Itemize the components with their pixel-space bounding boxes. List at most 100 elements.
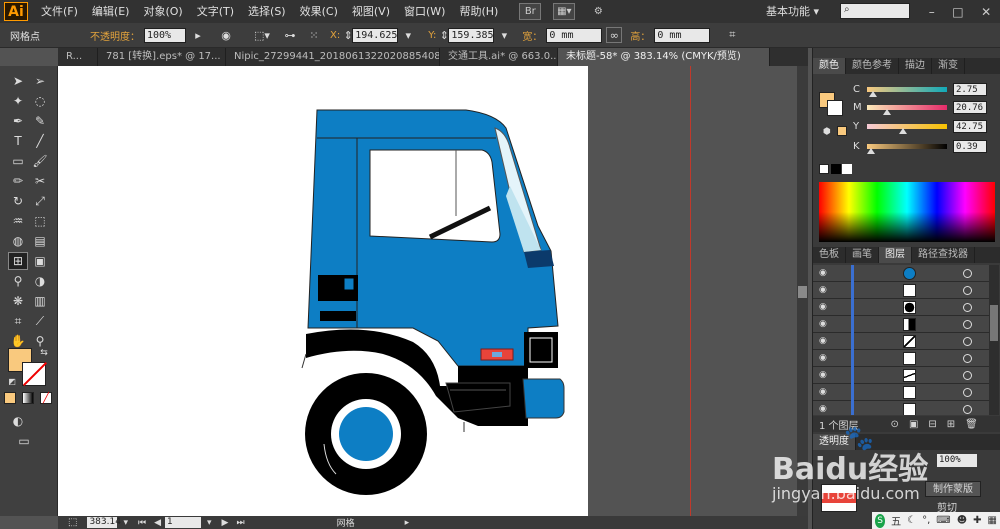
tab-color-guide[interactable]: 颜色参考	[846, 58, 899, 74]
bridge-icon[interactable]: Br	[519, 3, 542, 20]
rotate-tool-icon[interactable]: ↻	[8, 192, 28, 210]
x-stepper-icon[interactable]: ⇕	[344, 27, 353, 43]
channel-m-track[interactable]	[867, 104, 947, 115]
channel-c-value[interactable]: 2.75	[953, 82, 987, 96]
curvature-tool-icon[interactable]: ✎	[30, 112, 50, 130]
keyboard-icon[interactable]: ⌨	[936, 515, 950, 526]
swap-fill-stroke-icon[interactable]: ⇆	[34, 344, 54, 362]
list-item[interactable]: ◉	[813, 316, 989, 333]
moon-icon[interactable]: ☾	[907, 515, 916, 526]
symbol-sprayer-tool-icon[interactable]: ❋	[8, 292, 28, 310]
channel-y-track[interactable]	[867, 123, 947, 134]
tab-doc-4[interactable]: 交通工具.ai* @ 663.0...	[440, 48, 558, 66]
opacity-input[interactable]: 100%	[144, 27, 186, 43]
menu-object[interactable]: 对象(O)	[136, 0, 189, 23]
list-item[interactable]: ◉	[813, 384, 989, 401]
pen-tool-icon[interactable]: ✒	[8, 112, 28, 130]
menu-view[interactable]: 视图(V)	[345, 0, 397, 23]
pencil-tool-icon[interactable]: ✏	[8, 172, 28, 190]
delete-layer-icon[interactable]: 🗑	[965, 419, 978, 430]
slider-c[interactable]: C 2.75	[853, 82, 993, 97]
channel-c-track[interactable]	[867, 86, 947, 97]
transform-icon[interactable]: ⌗	[724, 27, 740, 43]
layers-scrollbar[interactable]	[989, 265, 999, 415]
eye-icon[interactable]: ◉	[819, 285, 831, 295]
x-input[interactable]: 194.625	[352, 27, 399, 43]
new-layer-icon[interactable]: ⊞	[947, 419, 955, 430]
y-input[interactable]: 159.385	[448, 27, 495, 43]
blend-tool-icon[interactable]: ◑	[30, 272, 50, 290]
free-transform-tool-icon[interactable]: ⬚	[30, 212, 50, 230]
list-item[interactable]: ◉	[813, 282, 989, 299]
eye-icon[interactable]: ◉	[819, 353, 831, 363]
reference-point-icon[interactable]: ⁙	[306, 27, 322, 43]
opacity-label[interactable]: 不透明度：	[90, 28, 140, 43]
menu-window[interactable]: 窗口(W)	[397, 0, 452, 23]
slider-k[interactable]: K 0.39	[853, 139, 993, 154]
paintbrush-tool-icon[interactable]: 🖌	[30, 152, 50, 170]
gradient-tool-icon[interactable]: ▣	[30, 252, 50, 270]
color-spectrum[interactable]	[819, 182, 995, 242]
menu-file[interactable]: 文件(F)	[34, 0, 85, 23]
list-item[interactable]: ◉	[813, 367, 989, 384]
locate-object-icon[interactable]: ⊙	[891, 419, 899, 430]
artboard-tool-icon[interactable]: ⌗	[8, 312, 28, 330]
sync-icon[interactable]: ⚙	[587, 3, 609, 20]
channel-k-track[interactable]	[867, 143, 947, 154]
target-icon[interactable]	[963, 320, 972, 329]
scissors-tool-icon[interactable]: ✂	[30, 172, 50, 190]
target-icon[interactable]	[963, 337, 972, 346]
tab-layers[interactable]: 图层	[879, 247, 912, 263]
rectangle-tool-icon[interactable]: ▭	[8, 152, 28, 170]
scroll-thumb[interactable]	[798, 286, 807, 298]
transparency-opacity-input[interactable]: 100%	[937, 454, 977, 467]
ime-mode[interactable]: 五	[891, 513, 901, 528]
eye-icon[interactable]: ◉	[819, 268, 831, 278]
align-grid-icon[interactable]: ⬚▾	[254, 27, 270, 43]
tab-pathfinder[interactable]: 路径查找器	[912, 247, 975, 263]
width-input[interactable]: 0 mm	[546, 27, 603, 43]
help-search-input[interactable]: ⌕	[840, 3, 910, 19]
warp-tool-icon[interactable]: ♒	[8, 212, 28, 230]
list-item[interactable]: ◉	[813, 333, 989, 350]
none-color-swatch[interactable]	[819, 164, 829, 174]
zoom-input[interactable]: 383.14	[87, 517, 121, 528]
new-sublayer-icon[interactable]: ⊟	[928, 419, 936, 430]
tab-stroke[interactable]: 描边	[899, 58, 932, 74]
scale-tool-icon[interactable]: ⤢	[30, 192, 50, 210]
first-page-icon[interactable]: ⏮	[138, 518, 146, 528]
page-input[interactable]: 1	[165, 517, 202, 528]
eye-icon[interactable]: ◉	[819, 387, 831, 397]
target-icon[interactable]	[963, 405, 972, 414]
menu-select[interactable]: 选择(S)	[241, 0, 293, 23]
channel-k-value[interactable]: 0.39	[953, 139, 987, 153]
menu-type[interactable]: 文字(T)	[190, 0, 241, 23]
tab-brushes[interactable]: 画笔	[846, 247, 879, 263]
tab-doc-1[interactable]: R...	[58, 48, 98, 66]
minimize-icon[interactable]: –	[929, 5, 935, 19]
clothes-icon[interactable]: ✚	[973, 515, 981, 526]
y-dropdown-icon[interactable]: ▾	[496, 27, 512, 43]
stroke-color-swatch[interactable]	[22, 362, 46, 386]
white-swatch[interactable]	[842, 164, 852, 174]
truck-illustration[interactable]	[58, 66, 588, 516]
target-icon[interactable]	[963, 286, 972, 295]
channel-m-value[interactable]: 20.76	[953, 100, 987, 114]
make-mask-button[interactable]: 制作蒙版	[925, 481, 981, 497]
channel-m-knob[interactable]	[882, 108, 891, 115]
slider-y[interactable]: Y 42.75	[853, 119, 993, 134]
perspective-grid-tool-icon[interactable]: ▤	[30, 232, 50, 250]
recolor-icon[interactable]: ◉	[218, 27, 234, 43]
type-tool-icon[interactable]: T	[8, 132, 28, 150]
selection-tool-icon[interactable]: ➤	[8, 72, 28, 90]
list-item[interactable]: ◉	[813, 401, 989, 415]
channel-c-knob[interactable]	[869, 90, 878, 97]
tab-gradient[interactable]: 渐变	[932, 58, 965, 74]
sogou-icon[interactable]: S	[875, 513, 886, 528]
menu-help[interactable]: 帮助(H)	[452, 0, 505, 23]
list-item[interactable]: ◉	[813, 350, 989, 367]
eye-icon[interactable]: ◉	[819, 319, 831, 329]
zoom-dropdown-icon[interactable]: ▾	[123, 518, 128, 528]
eye-icon[interactable]: ◉	[819, 336, 831, 346]
direct-selection-tool-icon[interactable]: ➢	[30, 72, 50, 90]
